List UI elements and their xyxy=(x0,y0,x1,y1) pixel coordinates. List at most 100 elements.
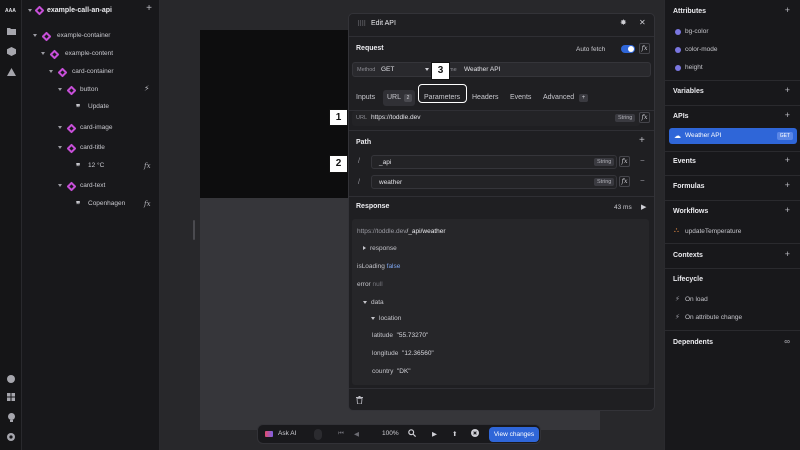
warning-icon[interactable] xyxy=(5,66,17,78)
attribute-item[interactable]: height xyxy=(685,64,703,71)
path-item-api[interactable]: _api String xyxy=(371,155,617,169)
chevron-down-icon[interactable] xyxy=(58,88,62,91)
tree-item-card-title[interactable]: card-title xyxy=(22,140,160,156)
lifecycle-item-on-attribute-change[interactable]: On attribute change xyxy=(685,314,742,321)
path-formula-button[interactable]: fx xyxy=(619,176,630,187)
record-icon[interactable] xyxy=(314,429,322,440)
tree-item-temperature[interactable]: ❞ 12 °C fx xyxy=(22,158,160,174)
auto-fetch-toggle[interactable] xyxy=(621,45,635,53)
trash-icon[interactable] xyxy=(356,396,363,404)
path-item-weather[interactable]: weather String xyxy=(371,175,617,189)
add-variable-icon[interactable]: + xyxy=(785,85,790,95)
tree-item-button[interactable]: button ⚡ xyxy=(22,82,160,98)
chevron-down-icon[interactable] xyxy=(49,70,53,73)
folder-icon[interactable] xyxy=(5,25,17,37)
formula-icon: fx xyxy=(144,200,151,208)
step-back-icon[interactable]: ◀ xyxy=(354,430,359,438)
url-input[interactable]: https://toddle.dev xyxy=(371,114,421,121)
api-item-weather[interactable]: ☁ Weather API GET xyxy=(669,128,797,144)
lifecycle-item-on-load[interactable]: On load xyxy=(685,296,708,303)
attribute-item[interactable]: color-mode xyxy=(685,46,718,53)
add-icon[interactable]: + xyxy=(146,3,152,14)
lightbulb-icon[interactable] xyxy=(5,411,17,423)
undo-icon[interactable]: ⏮ xyxy=(338,430,344,438)
settings-icon[interactable] xyxy=(5,431,17,443)
add-tab-icon[interactable]: + xyxy=(579,94,588,102)
chevron-down-icon[interactable] xyxy=(371,317,375,320)
response-viewer: https://toddle.dev/_api/weather response… xyxy=(352,219,649,385)
zoom-level[interactable]: 100% xyxy=(382,430,399,437)
toddle-logo-icon[interactable]: AAA xyxy=(5,4,17,16)
path-separator: / xyxy=(358,158,360,165)
play-icon[interactable]: ▶ xyxy=(641,203,646,211)
path-value[interactable]: weather xyxy=(379,179,402,186)
remove-path-icon[interactable]: − xyxy=(640,156,645,165)
element-icon xyxy=(66,181,77,192)
tree-item-copenhagen[interactable]: ❞ Copenhagen fx xyxy=(22,196,160,212)
resize-handle[interactable] xyxy=(193,220,195,240)
lightning-icon: ⚡ xyxy=(675,314,680,321)
drag-handle-icon[interactable]: ⠿⠿ xyxy=(357,20,366,28)
path-value[interactable]: _api xyxy=(379,159,391,166)
grid-icon[interactable] xyxy=(5,391,17,403)
text-icon: ❞ xyxy=(76,161,81,171)
ask-ai-button[interactable]: Ask AI xyxy=(278,430,296,437)
chevron-down-icon[interactable] xyxy=(425,68,429,71)
tree-item-label: 12 °C xyxy=(88,162,105,169)
remove-path-icon[interactable]: − xyxy=(640,176,645,185)
add-workflow-icon[interactable]: + xyxy=(785,205,790,215)
workflow-item[interactable]: updateTemperature xyxy=(685,228,741,235)
tree-item-example-content[interactable]: example-content xyxy=(22,46,160,62)
tree-item-label: card-title xyxy=(80,144,105,151)
attribute-item[interactable]: bg-color xyxy=(685,28,708,35)
text-icon: ❞ xyxy=(76,102,81,112)
chevron-down-icon[interactable] xyxy=(58,126,62,129)
tab-events[interactable]: Events xyxy=(510,89,531,107)
add-context-icon[interactable]: + xyxy=(785,249,790,259)
add-path-icon[interactable]: + xyxy=(639,135,645,146)
chevron-down-icon[interactable] xyxy=(33,34,37,37)
response-section-title: Response xyxy=(356,203,390,210)
tree-item-card-image[interactable]: card-image xyxy=(22,120,160,136)
tree-item-example-container[interactable]: example-container xyxy=(22,28,160,44)
tab-headers[interactable]: Headers xyxy=(472,89,498,107)
chevron-right-icon[interactable] xyxy=(363,246,366,250)
tab-inputs[interactable]: Inputs xyxy=(356,89,375,107)
response-node[interactable]: response xyxy=(363,245,397,252)
play-icon[interactable]: ▶ xyxy=(432,430,437,438)
view-changes-button[interactable]: View changes xyxy=(489,427,539,442)
chevron-down-icon[interactable] xyxy=(28,9,32,12)
chevron-down-icon[interactable] xyxy=(363,301,367,304)
add-api-icon[interactable]: + xyxy=(785,110,790,120)
chevron-down-icon[interactable] xyxy=(58,184,62,187)
tree-item-card-text[interactable]: card-text xyxy=(22,178,160,194)
tree-item-update[interactable]: ❞ Update xyxy=(22,99,160,115)
bug-icon[interactable]: ✸ xyxy=(620,18,627,27)
url-field[interactable]: URL https://toddle.dev String xyxy=(352,111,640,126)
url-formula-button[interactable]: fx xyxy=(639,112,650,123)
location-node[interactable]: location xyxy=(371,315,401,322)
path-formula-button[interactable]: fx xyxy=(619,156,630,167)
chevron-down-icon[interactable] xyxy=(58,146,62,149)
add-event-icon[interactable]: + xyxy=(785,155,790,165)
tree-item-card-container[interactable]: card-container xyxy=(22,64,160,80)
add-formula-icon[interactable]: + xyxy=(785,180,790,190)
close-circle-icon[interactable] xyxy=(471,429,479,437)
method-select[interactable]: GET xyxy=(381,66,394,73)
name-input[interactable]: Weather API xyxy=(464,66,500,73)
add-attribute-icon[interactable]: + xyxy=(785,5,790,15)
chevron-down-icon[interactable] xyxy=(41,52,45,55)
link-icon[interactable]: ∞ xyxy=(784,337,790,346)
auto-fetch-formula-button[interactable]: fx xyxy=(639,43,650,54)
tab-url[interactable]: URL 2 xyxy=(383,90,415,106)
zoom-icon[interactable] xyxy=(408,429,416,437)
palette-icon[interactable] xyxy=(5,373,17,385)
upload-icon[interactable]: ⬆ xyxy=(452,430,457,438)
country-key: country xyxy=(372,368,394,375)
data-node[interactable]: data xyxy=(363,299,384,306)
close-icon[interactable]: ✕ xyxy=(639,18,646,27)
type-badge: String xyxy=(594,158,615,166)
longitude-row: longitude "12.36560" xyxy=(372,350,434,357)
package-icon[interactable] xyxy=(5,45,17,57)
tab-advanced[interactable]: Advanced xyxy=(543,89,574,107)
